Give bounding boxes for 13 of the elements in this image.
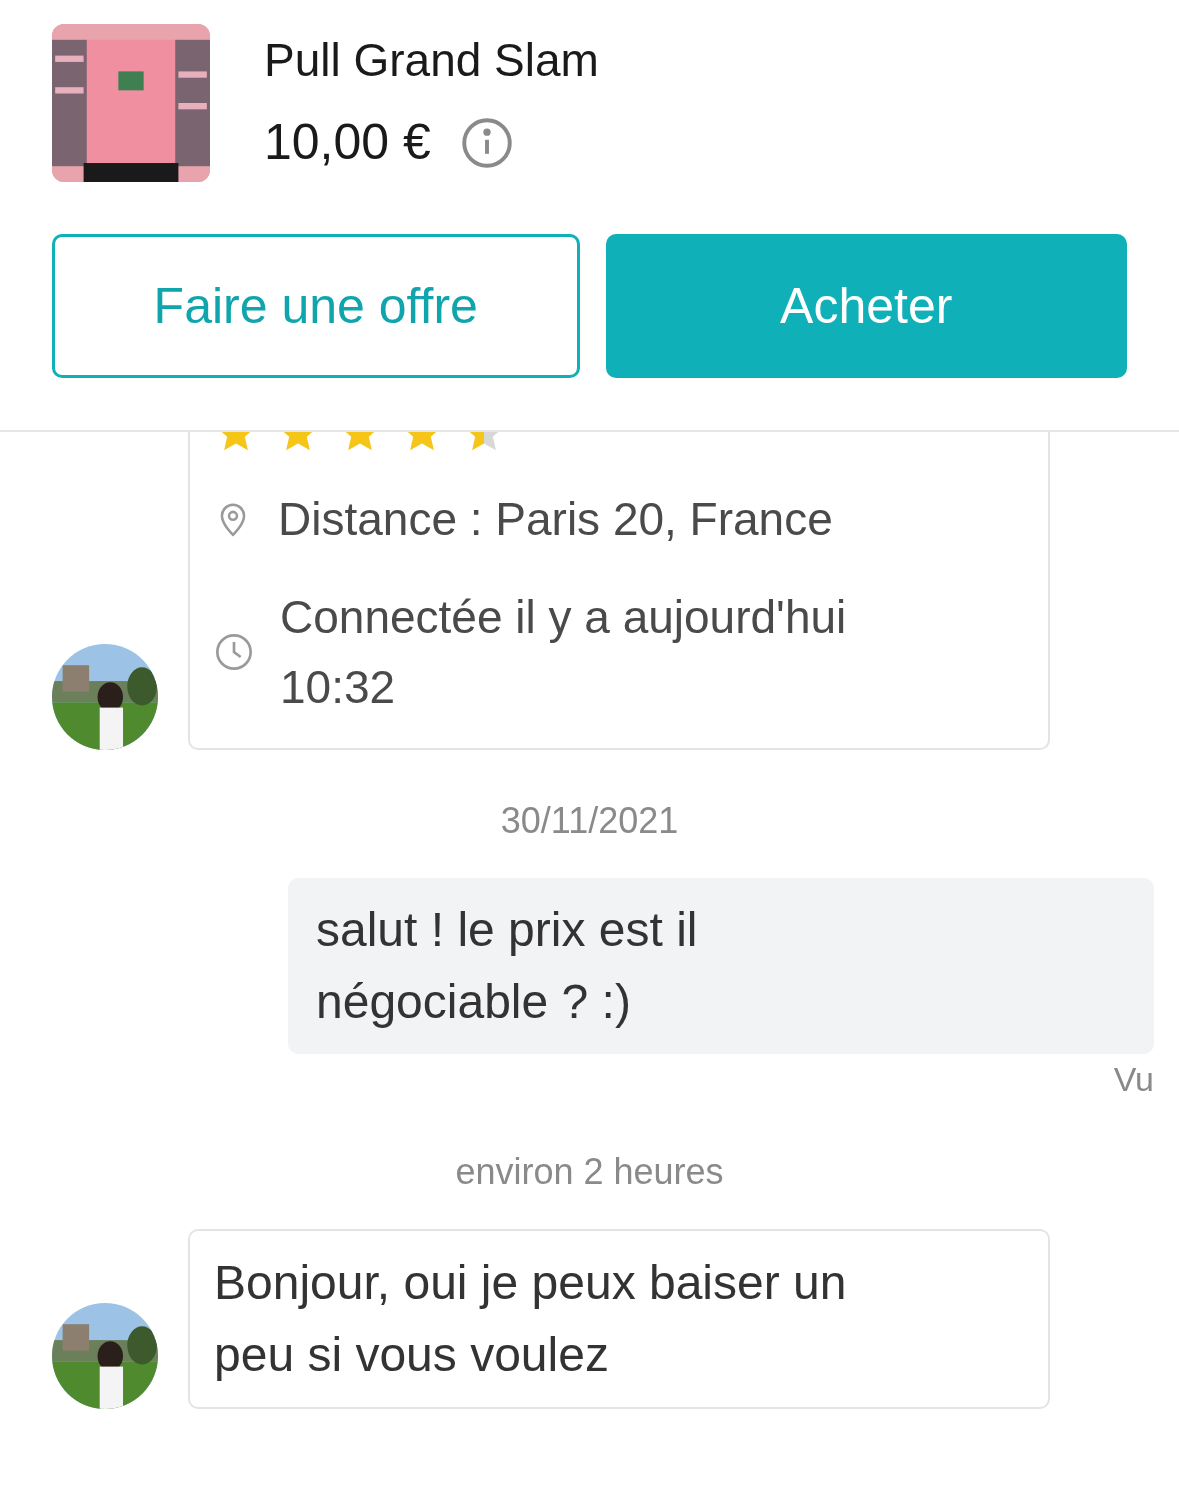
read-status: Vu <box>1113 1059 1154 1100</box>
buy-button[interactable]: Acheter <box>605 234 1127 378</box>
profile-detail: Distance : Paris 20, France <box>278 492 834 547</box>
sent-message: salut ! le prix est il négociable ? :) <box>288 878 1154 1054</box>
item-price: 10,00 € <box>264 113 431 172</box>
received-message: Bonjour, oui je peux baiser un peu si vous voulez <box>188 1229 1050 1409</box>
item-title: Pull Grand Slam <box>264 33 599 88</box>
clock-icon <box>214 632 254 672</box>
date-separator: environ 2 heures <box>455 1150 724 1194</box>
profile-detail: Connectée il y a aujourd'hui 10:32 <box>280 590 848 715</box>
date-separator: 30/11/2021 <box>500 799 679 843</box>
offer-button[interactable]: Faire une offre <box>52 234 580 378</box>
info-icon[interactable] <box>460 116 513 169</box>
